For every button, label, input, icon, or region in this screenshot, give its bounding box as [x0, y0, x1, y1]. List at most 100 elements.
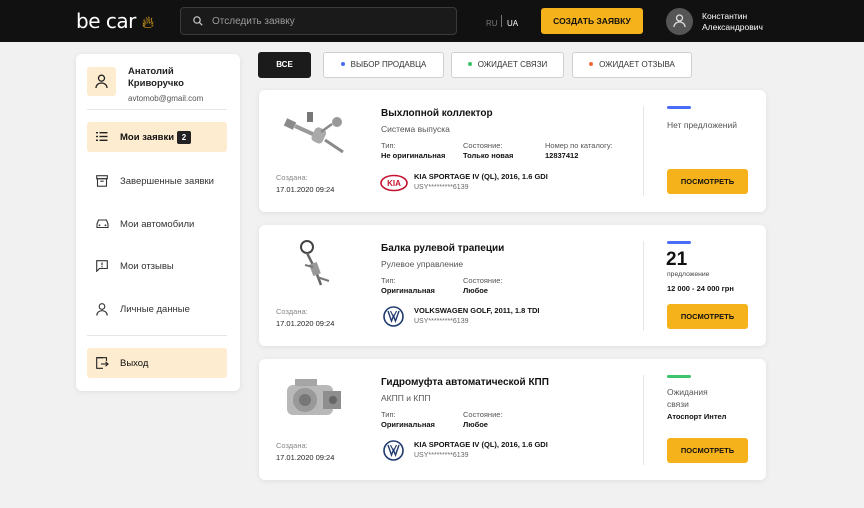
request-card[interactable]: Балка рулевой трапеции Рулевое управлени…	[259, 225, 766, 346]
logo[interactable]: be car 🔥︎	[76, 9, 154, 33]
car-name: KIA SPORTAGE IV (QL), 2016, 1.6 GDI	[414, 172, 548, 181]
status-dot	[589, 61, 594, 66]
request-card[interactable]: Гидромуфта автоматической КПП АКПП и КПП…	[259, 359, 766, 480]
profile-name-line1: Анатолий	[128, 66, 174, 77]
state-value: Любое	[463, 286, 488, 295]
created-label: Создана:	[276, 173, 308, 182]
vin-number: USY*********6139	[414, 452, 469, 459]
person-icon	[673, 14, 686, 28]
volkswagen-logo	[383, 440, 404, 461]
card-subtitle: АКПП и КПП	[381, 393, 431, 403]
sidebar-item-my-cars[interactable]: Мои автомобили	[87, 209, 227, 239]
lang-divider	[501, 15, 502, 27]
card-divider	[643, 106, 644, 196]
sidebar-item-label: Мои автомобили	[120, 219, 195, 230]
sidebar-item-completed[interactable]: Завершенные заявки	[87, 166, 227, 196]
sidebar-divider	[87, 335, 227, 336]
search-placeholder: Отследить заявку	[212, 16, 295, 27]
seller-name: Атоспорт Интел	[667, 412, 727, 421]
archive-icon	[96, 175, 108, 187]
person-icon	[96, 303, 108, 316]
type-label: Тип:	[381, 410, 396, 419]
card-subtitle: Рулевое управление	[381, 259, 464, 269]
status-dot	[467, 61, 472, 66]
volkswagen-logo	[383, 306, 404, 327]
state-label: Состояние:	[463, 276, 503, 285]
profile-avatar	[87, 67, 116, 96]
logo-text: be car	[76, 9, 136, 33]
torque-converter-image	[287, 379, 341, 415]
person-icon	[95, 74, 108, 89]
catalog-label: Номер по каталогу:	[545, 141, 613, 150]
sidebar-item-my-requests[interactable]: Мои заявки 2	[87, 122, 227, 152]
sidebar-divider	[87, 109, 227, 110]
user-name-line2: Александрович	[702, 22, 763, 32]
car-name: VOLKSWAGEN GOLF, 2011, 1.8 TDI	[414, 306, 540, 315]
car-name: KIA SPORTAGE IV (QL), 2016, 1.6 GDI	[414, 440, 548, 449]
type-value: Оригинальная	[381, 420, 435, 429]
filter-all[interactable]: Все	[258, 52, 311, 78]
price-range: 12 000 - 24 000 грн	[667, 284, 734, 293]
offers-label: предложение	[667, 271, 710, 278]
profile-name: Анатолий Криворучко	[128, 66, 228, 90]
sidebar-item-label: Завершенные заявки	[120, 176, 214, 187]
request-card[interactable]: Выхлопной коллектор Система выпуска Тип:…	[259, 90, 766, 212]
status-text: Ожидания связи	[667, 387, 708, 409]
car-icon	[96, 219, 109, 229]
created-label: Создана:	[276, 307, 308, 316]
filter-awaiting-contact[interactable]: Ожидает связи	[451, 52, 564, 78]
search-icon	[193, 16, 203, 26]
created-date: 17.01.2020 09:24	[276, 453, 335, 462]
user-avatar[interactable]	[666, 8, 693, 35]
sidebar-item-label: Мои отзывы	[120, 261, 174, 272]
sidebar-item-my-reviews[interactable]: Мои отзывы	[87, 251, 227, 281]
type-value: Оригинальная	[381, 286, 435, 295]
logout-icon	[96, 357, 109, 369]
user-name[interactable]: Константин Александрович	[702, 11, 792, 33]
view-button[interactable]: Посмотреть	[667, 304, 748, 329]
state-value: Только новая	[463, 151, 514, 160]
logout-label: Выход	[120, 358, 149, 369]
tie-rod-image	[300, 240, 330, 286]
lang-ru[interactable]: RU	[486, 19, 498, 28]
created-label: Создана:	[276, 441, 308, 450]
sidebar-item-personal-data[interactable]: Личные данные	[87, 294, 227, 324]
top-header: be car 🔥︎ Отследить заявку RU UA Создать…	[0, 0, 864, 42]
card-subtitle: Система выпуска	[381, 124, 450, 134]
type-label: Тип:	[381, 141, 396, 150]
card-title: Выхлопной коллектор	[381, 108, 493, 119]
status-bar	[667, 375, 691, 378]
kia-logo: KIA	[380, 174, 408, 192]
user-name-line1: Константин	[702, 11, 748, 21]
card-divider	[643, 375, 644, 465]
view-button[interactable]: Посмотреть	[667, 169, 748, 194]
card-divider	[643, 241, 644, 331]
status-bar	[667, 241, 691, 244]
catalog-value: 12837412	[545, 151, 579, 160]
filter-awaiting-review[interactable]: Ожидает отзыва	[572, 52, 692, 78]
card-title: Гидромуфта автоматической КПП	[381, 377, 549, 388]
created-date: 17.01.2020 09:24	[276, 319, 335, 328]
svg-text:KIA: KIA	[387, 179, 401, 188]
status-bar	[667, 106, 691, 109]
create-request-button[interactable]: Создать заявку	[541, 8, 643, 34]
filter-seller-choice[interactable]: Выбор продавца	[323, 52, 444, 78]
vin-number: USY*********6139	[414, 318, 469, 325]
offers-count: 21	[666, 249, 688, 270]
profile-name-line2: Криворучко	[128, 78, 184, 89]
created-date: 17.01.2020 09:24	[276, 185, 335, 194]
status-dot	[340, 61, 345, 66]
sidebar-item-label: Личные данные	[120, 304, 190, 315]
sidebar: Анатолий Криворучко avtomob@gmail.com Мо…	[76, 54, 240, 391]
lang-ua[interactable]: UA	[507, 19, 518, 28]
view-button[interactable]: Посмотреть	[667, 438, 748, 463]
state-label: Состояние:	[463, 141, 503, 150]
card-title: Балка рулевой трапеции	[381, 243, 505, 254]
type-value: Не оригинальная	[381, 151, 446, 160]
sidebar-item-label: Мои заявки	[120, 132, 175, 143]
logout-button[interactable]: Выход	[87, 348, 227, 378]
filter-label: Ожидает отзыва	[599, 60, 675, 69]
review-icon	[96, 260, 108, 272]
search-input[interactable]: Отследить заявку	[180, 7, 457, 35]
list-icon	[96, 132, 108, 141]
